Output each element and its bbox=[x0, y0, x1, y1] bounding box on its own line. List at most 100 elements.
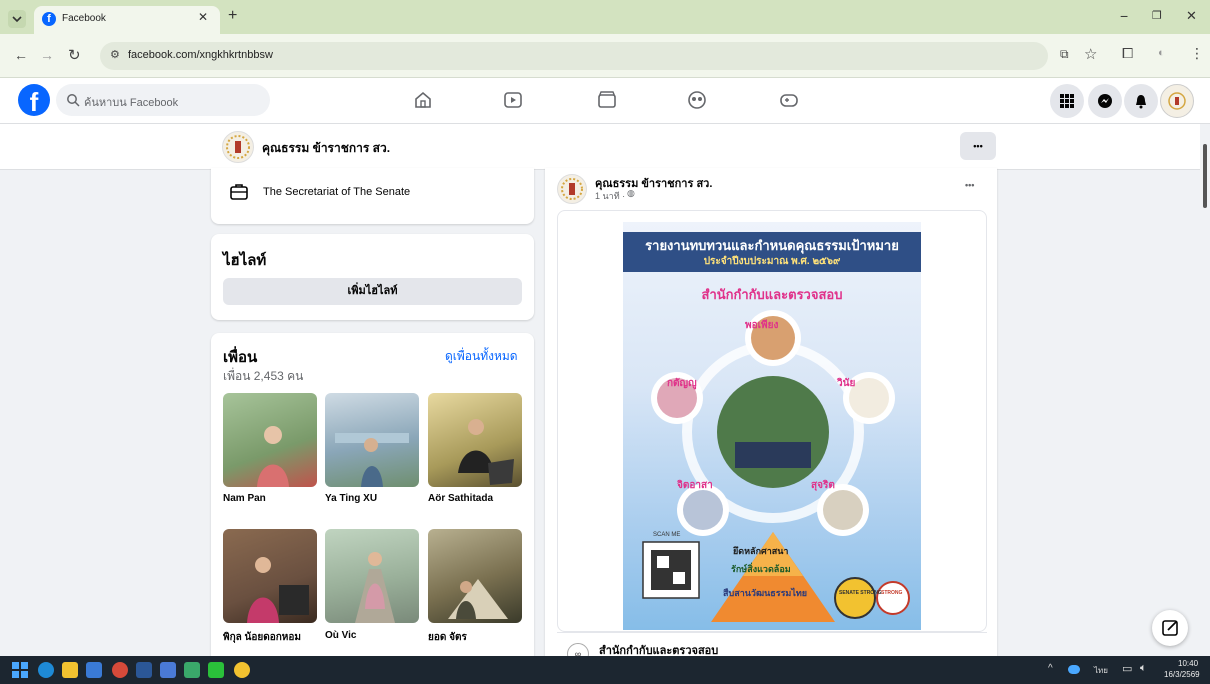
poster-badge-2: STRONG bbox=[881, 590, 903, 596]
poster-badge-1: SENATE STRONG bbox=[839, 590, 882, 596]
minimize-icon[interactable]: − bbox=[1120, 8, 1128, 24]
add-highlight-button[interactable]: เพิ่มไฮไลท์ bbox=[223, 278, 522, 305]
video-icon[interactable] bbox=[502, 89, 524, 111]
friends-card: เพื่อน ดูเพื่อนทั้งหมด เพื่อน 2,453 คน N… bbox=[211, 333, 534, 663]
scrollbar-track[interactable] bbox=[1200, 124, 1210, 656]
friends-see-all-link[interactable]: ดูเพื่อนทั้งหมด bbox=[445, 347, 518, 366]
friend-name[interactable]: Ya Ting XU bbox=[325, 493, 377, 504]
intro-card: The Secretariat of The Senate bbox=[211, 168, 534, 224]
gaming-icon[interactable] bbox=[778, 89, 800, 111]
friend-name[interactable]: Où Vic bbox=[325, 630, 357, 641]
new-message-button[interactable] bbox=[1152, 610, 1188, 646]
bookmark-star-icon[interactable]: ☆ bbox=[1084, 45, 1097, 63]
post-author-avatar[interactable] bbox=[557, 174, 587, 204]
poster-pyramid-2: รักษ์สิ่งแวดล้อม bbox=[731, 564, 791, 574]
windows-start-icon[interactable] bbox=[12, 662, 28, 678]
friend-name[interactable]: พิกุล น้อยดอกหอม bbox=[223, 630, 301, 645]
tab-facebook[interactable]: f Facebook ✕ bbox=[34, 6, 220, 34]
poster-pyramid-1: ยึดหลักศาสนา bbox=[733, 546, 789, 556]
notifications-button[interactable] bbox=[1124, 84, 1158, 118]
add-highlight-label: เพิ่มไฮไลท์ bbox=[347, 285, 398, 297]
onedrive-icon[interactable] bbox=[1068, 665, 1080, 674]
post-timestamp[interactable]: 1 นาที · bbox=[595, 189, 625, 203]
word-icon[interactable] bbox=[136, 662, 152, 678]
chevron-down-icon bbox=[12, 16, 22, 23]
file-explorer-icon[interactable] bbox=[62, 662, 78, 678]
install-app-icon[interactable]: ⧉ bbox=[1060, 47, 1069, 62]
chrome-icon[interactable] bbox=[112, 662, 128, 678]
url-field[interactable]: ⚙ facebook.com/xngkhkrtnbbsw bbox=[100, 42, 1048, 70]
friend-name[interactable]: ยอด จัตร bbox=[428, 630, 467, 645]
org-name: The Secretariat of The Senate bbox=[263, 186, 411, 198]
scrollbar-thumb[interactable] bbox=[1203, 144, 1207, 208]
volume-icon[interactable]: 🔈︎ bbox=[1140, 662, 1147, 675]
tray-chevron-icon[interactable]: ^ bbox=[1048, 663, 1053, 674]
post-more-button[interactable]: ••• bbox=[965, 180, 974, 190]
windows-taskbar: ^ ไทย ▭ 🔈︎ 10:40 16/3/2569 bbox=[0, 656, 1210, 684]
friend-photo[interactable] bbox=[428, 393, 522, 487]
poster-virtue-bottom-left: จิตอาสา bbox=[677, 480, 713, 491]
post-image[interactable]: รายงานทบทวนและกำหนดคุณธรรมเป้าหมาย ประจำ… bbox=[623, 222, 921, 630]
browser-menu-icon[interactable]: ⋮ bbox=[1190, 45, 1204, 62]
friend-photo[interactable] bbox=[325, 393, 419, 487]
friends-count: เพื่อน 2,453 คน bbox=[223, 369, 304, 383]
poster-title-line2: ประจำปีงบประมาณ พ.ศ. ๒๕๖๙ bbox=[703, 256, 841, 267]
profile-icon[interactable]: ◐ bbox=[1158, 47, 1165, 59]
site-info-icon[interactable]: ⚙ bbox=[110, 48, 120, 61]
extensions-icon[interactable]: ⧠ bbox=[1122, 45, 1133, 62]
page-name[interactable]: คุณธรรม ข้าราชการ สว. bbox=[262, 139, 390, 158]
search-box[interactable]: ค้นหาบน Facebook bbox=[56, 84, 270, 116]
groups-icon[interactable] bbox=[686, 89, 708, 111]
search-input[interactable]: ค้นหาบน Facebook bbox=[84, 93, 178, 111]
menu-grid-button[interactable] bbox=[1050, 84, 1084, 118]
notepad-icon[interactable] bbox=[86, 662, 102, 678]
clock-time[interactable]: 10:40 bbox=[1178, 659, 1198, 668]
person-photo-icon bbox=[355, 552, 395, 623]
highlights-title: ไฮไลท์ bbox=[223, 252, 267, 269]
edge-icon[interactable] bbox=[38, 662, 54, 678]
forward-icon[interactable]: → bbox=[40, 47, 54, 63]
new-tab-icon[interactable]: + bbox=[228, 7, 237, 25]
reload-icon[interactable]: ↻ bbox=[68, 46, 81, 64]
line-icon[interactable] bbox=[208, 662, 224, 678]
back-icon[interactable]: ← bbox=[14, 47, 28, 63]
search-icon bbox=[67, 94, 80, 107]
page-more-button[interactable]: ••• bbox=[960, 132, 996, 160]
globe-icon: ◍ bbox=[627, 188, 635, 198]
restore-icon[interactable]: ❐ bbox=[1152, 9, 1162, 22]
clock-date[interactable]: 16/3/2569 bbox=[1164, 670, 1200, 679]
close-window-icon[interactable]: ✕ bbox=[1186, 8, 1197, 24]
friend-photo[interactable] bbox=[223, 393, 317, 487]
friend-name[interactable]: Aör Sathitada bbox=[428, 493, 493, 504]
person-photo-icon bbox=[247, 557, 309, 623]
marketplace-icon[interactable] bbox=[596, 89, 618, 111]
post-card: คุณธรรม ข้าราชการ สว. 1 นาที · ◍ ••• ราย… bbox=[545, 168, 997, 668]
account-avatar[interactable] bbox=[1160, 84, 1194, 118]
friend-photo[interactable] bbox=[325, 529, 419, 623]
messenger-icon bbox=[1098, 94, 1112, 108]
language-indicator[interactable]: ไทย bbox=[1094, 664, 1108, 677]
more-dots-icon: ••• bbox=[973, 141, 983, 151]
tab-list-button[interactable] bbox=[8, 10, 26, 28]
home-icon[interactable] bbox=[412, 89, 434, 111]
close-tab-icon[interactable]: ✕ bbox=[198, 10, 208, 24]
friend-photo[interactable] bbox=[223, 529, 317, 623]
network-icon[interactable]: ▭ bbox=[1122, 662, 1132, 675]
page-avatar[interactable] bbox=[222, 131, 254, 163]
photos-icon[interactable] bbox=[184, 662, 200, 678]
messenger-button[interactable] bbox=[1088, 84, 1122, 118]
store-icon[interactable] bbox=[160, 662, 176, 678]
url-text: facebook.com/xngkhkrtnbbsw bbox=[128, 49, 273, 61]
emblem-icon bbox=[1168, 92, 1186, 110]
poster-virtue-left: กตัญญู bbox=[667, 378, 697, 389]
friends-title: เพื่อน bbox=[223, 349, 258, 366]
friend-photo[interactable] bbox=[428, 529, 522, 623]
chrome-active-icon[interactable] bbox=[234, 662, 250, 678]
poster-virtue-right: วินัย bbox=[837, 378, 856, 389]
friend-name[interactable]: Nam Pan bbox=[223, 493, 266, 504]
person-photo-icon bbox=[458, 419, 514, 485]
facebook-logo-icon[interactable]: f bbox=[18, 84, 50, 117]
poster-pyramid-3: สืบสานวัฒนธรรมไทย bbox=[723, 588, 808, 598]
highlights-card: ไฮไลท์ เพิ่มไฮไลท์ bbox=[211, 234, 534, 320]
poster-virtue-top: พอเพียง bbox=[745, 320, 779, 331]
